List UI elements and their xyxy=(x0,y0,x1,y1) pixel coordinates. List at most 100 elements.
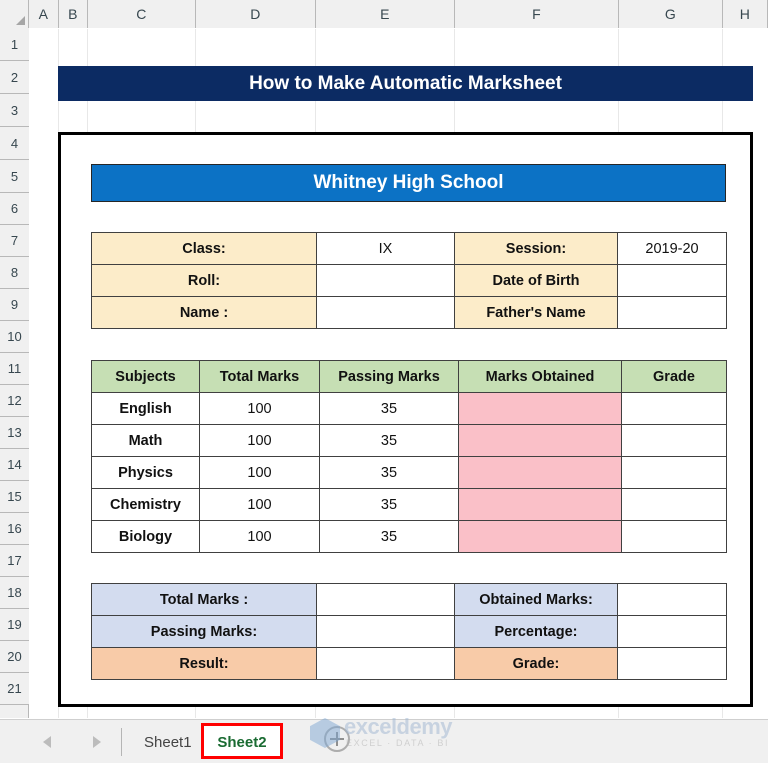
marks-grade-biology[interactable] xyxy=(621,520,727,553)
marks-obtained-input-math[interactable] xyxy=(458,424,622,457)
marks-grade-math[interactable] xyxy=(621,424,727,457)
info-label-session: Session: xyxy=(454,232,618,265)
summary-value-result[interactable] xyxy=(316,647,455,680)
marks-passing-math: 35 xyxy=(319,424,459,457)
row-header-15[interactable]: 15 xyxy=(0,481,29,513)
row-header-2[interactable]: 2 xyxy=(0,61,29,94)
marks-obtained-input-physics[interactable] xyxy=(458,456,622,489)
marks-subject-biology: Biology xyxy=(91,520,200,553)
column-header-f[interactable]: F xyxy=(455,0,619,28)
row-header-13[interactable]: 13 xyxy=(0,417,29,449)
table-row: English 100 35 xyxy=(91,392,727,425)
row-header-7[interactable]: 7 xyxy=(0,225,29,257)
row-header-19[interactable]: 19 xyxy=(0,609,29,641)
excel-worksheet-screenshot: A B C D E F G H 1 2 3 4 5 6 7 8 9 10 11 … xyxy=(0,0,768,763)
row-header-3[interactable]: 3 xyxy=(0,94,29,127)
column-header-e[interactable]: E xyxy=(316,0,455,28)
page-title-banner: How to Make Automatic Marksheet xyxy=(58,66,753,101)
sheet-nav-arrows[interactable] xyxy=(22,730,122,754)
row-header-21[interactable]: 21 xyxy=(0,673,29,705)
row-header-20[interactable]: 20 xyxy=(0,641,29,673)
info-value-class[interactable]: IX xyxy=(316,232,455,265)
info-value-session[interactable]: 2019-20 xyxy=(617,232,727,265)
marks-subject-math: Math xyxy=(91,424,200,457)
table-row: Math 100 35 xyxy=(91,424,727,457)
school-name-banner: Whitney High School xyxy=(91,164,726,202)
row-header-14[interactable]: 14 xyxy=(0,449,29,481)
marks-obtained-input-english[interactable] xyxy=(458,392,622,425)
summary-value-passing-marks[interactable] xyxy=(316,615,455,648)
marks-grade-physics[interactable] xyxy=(621,456,727,489)
summary-label-result: Result: xyxy=(91,647,317,680)
select-all-corner[interactable] xyxy=(0,0,29,28)
info-value-name[interactable] xyxy=(316,296,455,329)
marks-total-english: 100 xyxy=(199,392,320,425)
marksheet-outer-box: Whitney High School Class: IX Session: 2… xyxy=(58,132,753,707)
exceldemy-watermark: exceldemy EXCEL · DATA · BI xyxy=(310,714,470,756)
marks-passing-physics: 35 xyxy=(319,456,459,489)
row-header-1[interactable]: 1 xyxy=(0,28,29,61)
row-header-8[interactable]: 8 xyxy=(0,257,29,289)
exceldemy-tagline: EXCEL · DATA · BI xyxy=(346,738,450,748)
summary-label-total-marks: Total Marks : xyxy=(91,583,317,616)
info-label-roll: Roll: xyxy=(91,264,317,297)
marks-header-grade: Grade xyxy=(621,360,727,393)
info-value-date-of-birth[interactable] xyxy=(617,264,727,297)
row-header-5[interactable]: 5 xyxy=(0,160,29,193)
exceldemy-wordmark: exceldemy xyxy=(344,714,453,739)
row-header-12[interactable]: 12 xyxy=(0,385,29,417)
table-row: Total Marks : Obtained Marks: xyxy=(91,583,727,616)
marks-subject-chemistry: Chemistry xyxy=(91,488,200,521)
previous-sheet-arrow-icon[interactable] xyxy=(43,736,51,748)
marks-passing-english: 35 xyxy=(319,392,459,425)
marks-header-passing-marks: Passing Marks xyxy=(319,360,459,393)
summary-value-obtained-marks[interactable] xyxy=(617,583,727,616)
table-row: Passing Marks: Percentage: xyxy=(91,615,727,648)
marks-subject-english: English xyxy=(91,392,200,425)
sheet-nav-divider xyxy=(121,728,122,756)
table-header-row: Subjects Total Marks Passing Marks Marks… xyxy=(91,360,727,393)
table-row: Physics 100 35 xyxy=(91,456,727,489)
marks-grade-chemistry[interactable] xyxy=(621,488,727,521)
column-header-h[interactable]: H xyxy=(723,0,768,28)
summary-label-passing-marks: Passing Marks: xyxy=(91,615,317,648)
row-header-18[interactable]: 18 xyxy=(0,577,29,609)
table-row: Biology 100 35 xyxy=(91,520,727,553)
marks-subject-physics: Physics xyxy=(91,456,200,489)
column-header-c[interactable]: C xyxy=(88,0,196,28)
subject-marks-table: Subjects Total Marks Passing Marks Marks… xyxy=(91,360,727,553)
summary-value-grade[interactable] xyxy=(617,647,727,680)
student-info-table: Class: IX Session: 2019-20 Roll: Date of… xyxy=(91,232,727,329)
row-header-11[interactable]: 11 xyxy=(0,353,29,385)
row-header-16[interactable]: 16 xyxy=(0,513,29,545)
sheet-tab-sheet2[interactable]: Sheet2 xyxy=(203,726,281,758)
exceldemy-cube-logo-icon xyxy=(310,718,340,748)
column-header-d[interactable]: D xyxy=(196,0,316,28)
marks-obtained-input-chemistry[interactable] xyxy=(458,488,622,521)
marks-header-subjects: Subjects xyxy=(91,360,200,393)
row-header-6[interactable]: 6 xyxy=(0,193,29,225)
table-row: Class: IX Session: 2019-20 xyxy=(91,232,727,265)
marks-passing-biology: 35 xyxy=(319,520,459,553)
marks-header-marks-obtained: Marks Obtained xyxy=(458,360,622,393)
row-header-17[interactable]: 17 xyxy=(0,545,29,577)
info-label-date-of-birth: Date of Birth xyxy=(454,264,618,297)
summary-value-percentage[interactable] xyxy=(617,615,727,648)
sheet-tab-sheet1[interactable]: Sheet1 xyxy=(132,726,204,758)
summary-value-total-marks[interactable] xyxy=(316,583,455,616)
marks-header-total-marks: Total Marks xyxy=(199,360,320,393)
column-header-b[interactable]: B xyxy=(59,0,88,28)
column-header-a[interactable]: A xyxy=(29,0,59,28)
next-sheet-arrow-icon[interactable] xyxy=(93,736,101,748)
row-header-10[interactable]: 10 xyxy=(0,321,29,353)
info-value-fathers-name[interactable] xyxy=(617,296,727,329)
marks-obtained-input-biology[interactable] xyxy=(458,520,622,553)
row-header-4[interactable]: 4 xyxy=(0,127,29,160)
select-all-triangle-icon xyxy=(16,16,25,25)
column-header-g[interactable]: G xyxy=(619,0,723,28)
row-header-9[interactable]: 9 xyxy=(0,289,29,321)
marks-grade-english[interactable] xyxy=(621,392,727,425)
info-value-roll[interactable] xyxy=(316,264,455,297)
marks-total-math: 100 xyxy=(199,424,320,457)
marks-total-biology: 100 xyxy=(199,520,320,553)
